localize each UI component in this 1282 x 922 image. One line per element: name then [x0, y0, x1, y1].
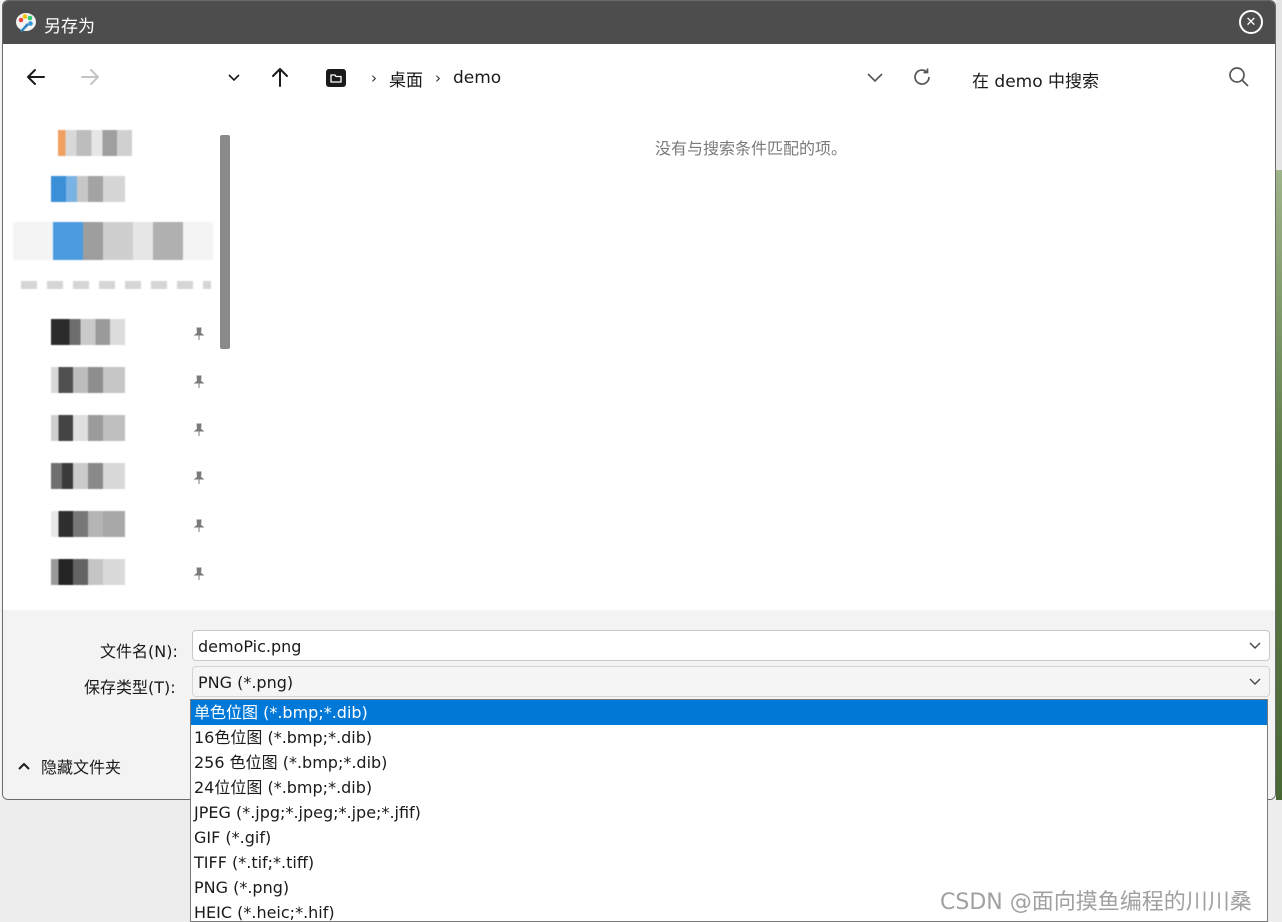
paint-app-icon — [16, 13, 36, 32]
search-input[interactable]: 在 demo 中搜索 — [972, 67, 1099, 92]
file-list[interactable]: 没有与搜索条件匹配的项。 — [235, 110, 1275, 610]
hide-folders-label: 隐藏文件夹 — [41, 758, 122, 777]
filetype-selected-value: PNG (*.png) — [198, 673, 294, 692]
hide-folders-toggle[interactable]: 隐藏文件夹 — [17, 754, 121, 778]
search-box[interactable]: 在 demo 中搜索 — [971, 63, 1261, 93]
chevron-down-icon — [867, 73, 883, 83]
filetype-option[interactable]: TIFF (*.tif;*.tiff) — [191, 850, 1267, 875]
filetype-option[interactable]: 16色位图 (*.bmp;*.dib) — [191, 725, 1267, 750]
save-as-dialog: 另存为 ✕ › 桌面 › demo 在 demo 中搜索 没有与搜索条件匹配的项… — [2, 0, 1276, 800]
breadcrumb-item-demo[interactable]: demo — [453, 68, 501, 88]
pin-icon — [193, 567, 205, 580]
breadcrumb: › 桌面 › demo — [325, 64, 501, 92]
arrow-up-icon — [272, 68, 288, 87]
close-button[interactable]: ✕ — [1239, 10, 1263, 34]
filetype-label: 保存类型(T): — [84, 678, 176, 697]
window-title: 另存为 — [44, 17, 95, 37]
sidebar-divider — [21, 281, 211, 289]
chevron-down-icon[interactable] — [1249, 641, 1261, 651]
up-button[interactable] — [265, 62, 295, 92]
chevron-right-icon: › — [371, 69, 377, 87]
filetype-option[interactable]: 24位位图 (*.bmp;*.dib) — [191, 775, 1267, 800]
sidebar-item[interactable] — [51, 415, 125, 441]
navigation-pane — [3, 110, 235, 610]
folder-icon — [326, 69, 346, 87]
watermark-text: CSDN @面向摸鱼编程的川川桑 — [940, 890, 1252, 915]
sidebar-item[interactable] — [51, 463, 125, 489]
filetype-option[interactable]: GIF (*.gif) — [191, 825, 1267, 850]
filename-field[interactable]: demoPic.png — [192, 630, 1270, 661]
arrow-right-icon — [81, 69, 99, 85]
sidebar-item[interactable] — [51, 367, 125, 393]
filetype-option[interactable]: JPEG (*.jpg;*.jpeg;*.jpe;*.jfif) — [191, 800, 1267, 825]
chevron-down-icon[interactable] — [1249, 677, 1261, 687]
pin-icon — [193, 519, 205, 532]
pin-icon — [193, 423, 205, 436]
sidebar-item[interactable] — [51, 559, 125, 585]
arrow-left-icon — [27, 69, 45, 85]
filetype-select[interactable]: PNG (*.png) — [192, 666, 1270, 697]
sidebar-item[interactable] — [51, 319, 125, 345]
refresh-icon — [914, 68, 930, 85]
forward-button[interactable] — [75, 62, 105, 92]
filetype-option[interactable]: 单色位图 (*.bmp;*.dib) — [191, 700, 1267, 725]
chevron-up-icon — [18, 762, 30, 770]
filetype-option[interactable]: 256 色位图 (*.bmp;*.dib) — [191, 750, 1267, 775]
close-icon: ✕ — [1245, 14, 1257, 30]
recent-locations-button[interactable] — [219, 62, 249, 92]
address-dropdown-button[interactable] — [860, 62, 890, 92]
chevron-down-icon — [228, 74, 240, 82]
sidebar-item-selected[interactable] — [13, 222, 213, 260]
refresh-button[interactable] — [907, 62, 937, 92]
pin-icon — [193, 327, 205, 340]
filename-input[interactable]: demoPic.png — [198, 637, 301, 656]
pin-icon — [193, 375, 205, 388]
filename-label: 文件名(N): — [100, 642, 178, 661]
breadcrumb-item-desktop[interactable]: 桌面 — [389, 66, 423, 91]
pin-icon — [193, 471, 205, 484]
chevron-right-icon: › — [435, 69, 441, 87]
title-bar: 另存为 ✕ — [3, 1, 1275, 44]
empty-message: 没有与搜索条件匹配的项。 — [655, 139, 848, 158]
back-button[interactable] — [21, 62, 51, 92]
sidebar-item[interactable] — [51, 511, 125, 537]
sidebar-item[interactable] — [51, 176, 125, 202]
search-icon[interactable] — [1227, 65, 1251, 89]
sidebar-scrollbar[interactable] — [220, 135, 230, 349]
navigation-bar: › 桌面 › demo 在 demo 中搜索 — [3, 44, 1275, 110]
sidebar-item[interactable] — [58, 130, 132, 156]
